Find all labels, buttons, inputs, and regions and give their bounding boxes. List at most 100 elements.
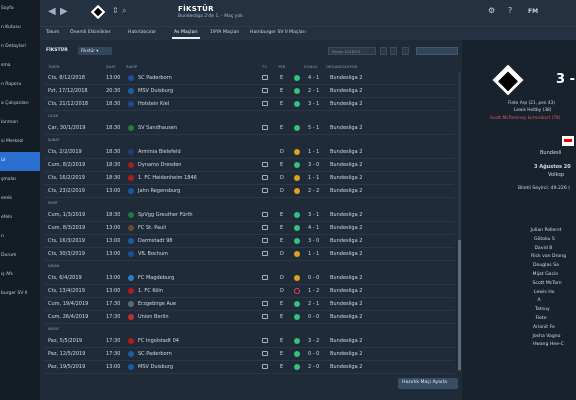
table-row[interactable]: Cts, 21/12/2018 18:30 Holstein Kiel E 3 - 1 B… [44,98,454,111]
match-time: 18:30 [106,162,121,168]
sidebar-item[interactable]: n Detaylari [0,38,40,57]
table-row[interactable]: Cts, 6/4/2019 13:00 FC Magdeburg D 0 - 0 Bund… [44,272,454,285]
col-tv[interactable]: TV [262,65,267,69]
col-date[interactable]: TARİH [48,65,60,69]
opponent-name: Holstein Kiel [138,101,170,107]
tv-icon [262,225,268,230]
table-row[interactable]: Cts, 23/2/2019 13:00 Jahn Regensburg D 2 - 2… [44,185,454,198]
lineup-player[interactable]: Julian Pollerst [531,228,562,233]
filter-dropdown[interactable] [416,47,458,55]
col-opponent[interactable]: RAKİP [126,65,137,69]
chevron-updown-icon[interactable]: ⇕ [112,6,119,15]
sidebar-item[interactable]: şmalar [0,171,40,190]
table-row[interactable]: Paz, 5/5/2019 17:30 FC Ingolstadt 04 E 3 - 2… [44,335,454,348]
sidebar-item[interactable]: emik [0,190,40,209]
table-row[interactable]: Pzt, 17/12/2018 20:30 MSV Duisburg E 2 - 1 Bu… [44,85,454,98]
lineup-player[interactable]: Tatsuy [535,307,550,312]
scrollbar-thumb[interactable] [458,240,461,370]
page-title: FİKSTÜR [178,5,214,13]
lineup-player[interactable]: Hwang Hee-C [533,342,564,347]
lineup-player[interactable]: Fiete [536,316,547,321]
tab-u19-fixtures[interactable]: 19YA Maçları [210,30,239,35]
opponent-crest-icon [128,175,134,181]
col-time[interactable]: SAAT [106,65,116,69]
help-icon[interactable]: ? [508,6,512,15]
view-dropdown[interactable]: Fikstür ▾ [78,47,112,55]
table-row[interactable]: Cts, 2/2/2019 18:30 Arminia Bielefeld D 1 - … [44,146,454,159]
table-row[interactable]: Cum, 26/4/2019 17:30 Union Berlin E 0 - 0 Bun… [44,311,454,324]
forward-arrow-icon[interactable]: ▶ [60,6,68,17]
lineup-player[interactable]: Mijat Gacin [533,272,559,277]
lineup-player[interactable]: David B [535,246,553,251]
prev-button[interactable] [380,47,387,55]
opponent-crest-icon [128,212,134,218]
table-row[interactable]: Paz, 12/5/2019 17:30 SC Paderborn E 0 - 0 Bun… [44,348,454,361]
tv-icon [262,188,268,193]
sidebar-item[interactable]: si Merkezi [0,133,40,152]
competition-name[interactable]: Bundesli [540,150,561,156]
stadium-name[interactable]: Volksp [548,172,564,178]
club-logo-icon[interactable] [89,3,107,21]
tab-senior-fixtures[interactable]: As Maçları [172,30,200,39]
table-row[interactable]: Cum, 1/3/2019 18:30 SpVgg Greuther Fürth E 3… [44,209,454,222]
month-divider: NİSAN [48,264,60,268]
sidebar-item[interactable]: efeln [0,209,40,228]
search-icon[interactable]: ⌕ [122,6,126,16]
opponent-name: SV Sandhausen [138,125,178,131]
arrange-friendly-button[interactable]: Hazırlık Maçı Ayarla [398,378,458,389]
lineup-player[interactable]: Arianit Fe [533,325,555,330]
lineup-player[interactable]: Scott McTom [533,281,562,286]
opponent-name: 1. FC Köln [138,288,163,294]
sidebar-item[interactable]: n [0,228,40,247]
table-row[interactable]: Cum, 8/3/2019 13:00 FC St. Pauli E 4 - 1 Bund… [44,222,454,235]
tab-team[interactable]: Takım [46,30,59,35]
lineup-player[interactable]: Douglas Sa [533,263,559,268]
table-row[interactable]: Çar, 30/1/2019 18:30 SV Sandhausen E 5 - 1 Bu… [44,122,454,135]
back-arrow-icon[interactable]: ◀ [48,6,56,17]
sidebar-item[interactable]: Durum [0,247,40,266]
table-row[interactable]: Cts, 13/4/2019 13:00 1. FC Köln D 1 - 2 Bunde… [44,285,454,298]
lineup-player[interactable]: Josha Vagno [533,334,561,339]
competition-name: Bundesliga 2 [330,125,363,131]
table-row[interactable]: Cts, 16/2/2019 18:30 1. FC Heidenheim 1846… [44,172,454,185]
result-indicator-icon [294,88,300,94]
table-row[interactable]: Cum, 8/2/2019 18:30 Dynamo Dresden E 3 - 0 Bu… [44,159,454,172]
lineup-player[interactable]: Lewis Ho [534,290,554,295]
calendar-icon[interactable] [402,47,409,55]
sidebar-item[interactable]: n Raporu [0,76,40,95]
lineup-player[interactable]: A [538,298,541,303]
tab-key-events[interactable]: Önemli Etkinlikler [70,30,111,35]
col-competition[interactable]: ORGANİZASYON [326,65,357,69]
sidebar-item[interactable]: lonman [0,114,40,133]
match-venue: E [280,364,284,370]
sidebar-item[interactable]: a Çalışanları [0,95,40,114]
competition-name: Bundesliga 2 [330,275,363,281]
gear-icon[interactable]: ⚙ [488,6,495,15]
competition-name: Bundesliga 2 [330,162,363,168]
table-row[interactable]: Cts, 30/3/2019 13:00 VfL Bochum D 1 - 1 Bunde… [44,248,454,261]
table-row[interactable]: Cts, 8/12/2018 13:00 SC Paderborn E 4 - 1 Bun… [44,72,454,85]
tab-reserve-fixtures[interactable]: Hamburger SV II Maçları [250,30,306,35]
sidebar-item[interactable]: burger SV II [0,285,40,304]
match-date: Cum, 26/4/2019 [48,314,89,320]
lineup-player[interactable]: Rick van Drong [531,254,566,259]
sidebar-item[interactable]: Sayfa [0,0,40,19]
tab-reminders[interactable]: Hatırlatıcılar [128,30,156,35]
table-row[interactable]: Cum, 19/4/2019 17:30 Erzgebirge Aue E 2 - 1 B… [44,298,454,311]
opponent-name: MSV Duisburg [138,88,173,94]
sidebar-item[interactable]: sma [0,57,40,76]
season-selector[interactable]: Sezon 2018/19 [328,47,376,55]
sidebar-item-fixtures[interactable]: ür [0,152,40,171]
col-result[interactable]: SONUÇ [304,65,318,69]
match-date: Cts, 13/4/2019 [48,288,85,294]
table-row[interactable]: Paz, 19/5/2019 13:00 MSV Duisburg E 2 - 0 Bun… [44,361,454,374]
competition-name: Bundesliga 2 [330,175,363,181]
sidebar-item[interactable]: n Kutusu [0,19,40,38]
next-button[interactable] [390,47,397,55]
table-row[interactable]: Cts, 16/3/2019 13:00 Darmstadt 98 E 3 - 0 Bun… [44,235,454,248]
fm-menu-button[interactable]: FM [528,8,538,15]
col-venue[interactable]: YER [278,65,286,69]
sidebar-item[interactable]: ış Afs [0,266,40,285]
match-date: Cts, 16/2/2019 [48,175,85,181]
lineup-player[interactable]: Gōtoku S [534,237,555,242]
